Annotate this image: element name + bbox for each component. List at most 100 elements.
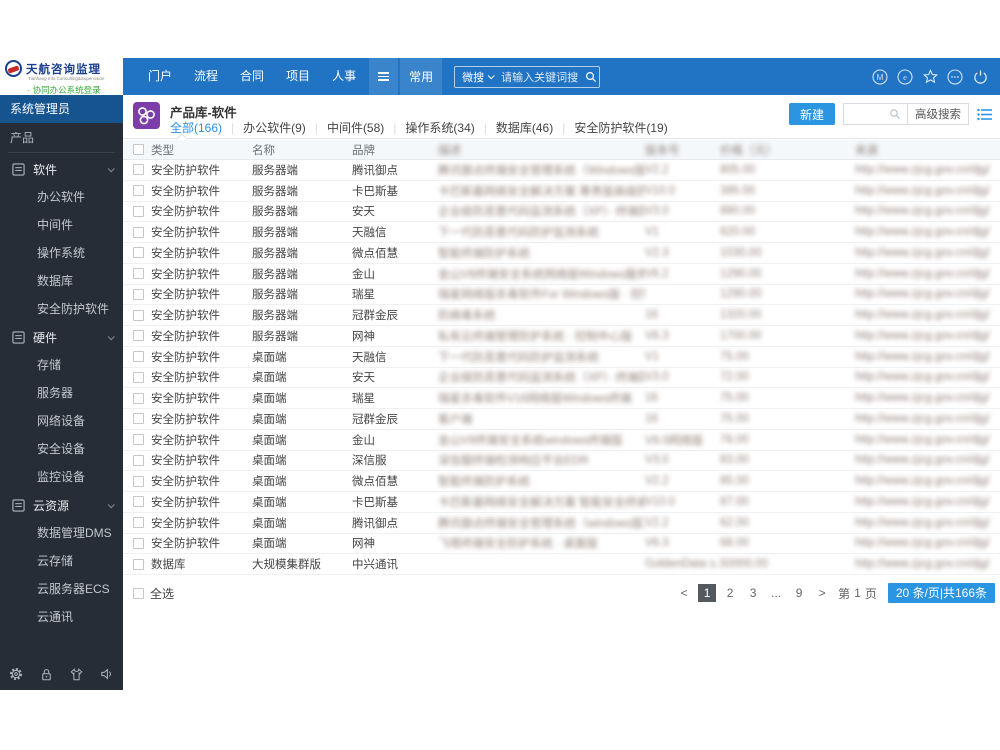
more-circle-icon[interactable] <box>947 68 963 85</box>
sidebar-group-硬件[interactable]: 硬件 <box>0 323 123 351</box>
nav-item-流程[interactable]: 流程 <box>183 58 229 95</box>
tab-中间件(58)[interactable]: 中间件(58) <box>327 119 384 136</box>
table-row[interactable]: 安全防护软件 桌面端 网神 飞塔终端安全防护系统 · 桌面版 V6.3 68.00 http… <box>123 534 1000 555</box>
table-row[interactable]: 安全防护软件 服务器端 金山 金山V8终端安全系统网络版Windows服务器版V6.2… <box>123 264 1000 285</box>
sidebar-item-安全防护软件[interactable]: 安全防护软件 <box>0 295 123 323</box>
page-button-1[interactable]: 1 <box>698 584 717 602</box>
nav-frequent-button[interactable]: 常用 <box>400 58 443 95</box>
lock-icon[interactable] <box>39 667 54 682</box>
row-checkbox[interactable] <box>133 537 144 549</box>
table-row[interactable]: 安全防护软件 桌面端 卡巴斯基 卡巴斯基网络安全解决方案 智能安全终端 KES - K… <box>123 492 1000 513</box>
prev-page-button[interactable]: < <box>675 584 693 602</box>
sidebar-item-云存储[interactable]: 云存储 <box>0 547 123 575</box>
sidebar-item-中间件[interactable]: 中间件 <box>0 211 123 239</box>
global-search[interactable]: 微搜 请输入关键词搜 <box>454 65 601 88</box>
advanced-search-button[interactable]: 高级搜索 <box>907 103 969 125</box>
table-row[interactable]: 安全防护软件 服务器端 瑞星 瑞星网络版杀毒软件For Windows版 · 控制中心… <box>123 285 1000 306</box>
page-size-info-button[interactable]: 20 条/页|共166条 <box>887 583 995 603</box>
table-row[interactable]: 安全防护软件 桌面端 腾讯御点 腾讯御点终端安全管理系统（windows版）· V2.… <box>123 513 1000 534</box>
table-row[interactable]: 安全防护软件 桌面端 冠群金辰 客户端 16 75.00 http://www.zjcg.g… <box>123 409 1000 430</box>
table-search-input[interactable] <box>843 103 889 125</box>
table-row[interactable]: 安全防护软件 桌面端 深信服 深信服终端检测响应平台EDR V3.0 83.00 http:… <box>123 451 1000 472</box>
table-row[interactable]: 安全防护软件 桌面端 微点佰慧 智能终端防护系统 V2.2 85.00 http://www… <box>123 471 1000 492</box>
sidebar-group-软件[interactable]: 软件 <box>0 155 123 183</box>
nav-item-合同[interactable]: 合同 <box>229 58 275 95</box>
table-row[interactable]: 安全防护软件 桌面端 瑞星 瑞星杀毒软件V16网络版Windows终端 16 75.00 h… <box>123 388 1000 409</box>
row-checkbox[interactable] <box>133 371 144 383</box>
header-checkbox[interactable] <box>133 144 144 155</box>
table-row[interactable]: 安全防护软件 服务器端 天融信 下一代防恶意代码防护监测系统 V1 620.00 http:… <box>123 222 1000 243</box>
nav-item-门户[interactable]: 门户 <box>137 58 183 95</box>
select-all[interactable]: 全选 <box>123 585 174 602</box>
page-button-...[interactable]: ... <box>767 584 785 602</box>
sidebar-item-服务器[interactable]: 服务器 <box>0 379 123 407</box>
speaker-icon[interactable] <box>99 666 115 682</box>
row-checkbox[interactable] <box>133 330 144 342</box>
row-checkbox[interactable] <box>133 558 144 570</box>
tab-安全防护软件(19)[interactable]: 安全防护软件(19) <box>574 119 667 136</box>
tab-操作系统(34)[interactable]: 操作系统(34) <box>405 119 474 136</box>
sidebar-item-操作系统[interactable]: 操作系统 <box>0 239 123 267</box>
row-checkbox[interactable] <box>133 413 144 425</box>
power-icon[interactable] <box>972 69 988 85</box>
nav-item-人事[interactable]: 人事 <box>321 58 367 95</box>
search-icon[interactable] <box>583 69 599 85</box>
tab-数据库(46)[interactable]: 数据库(46) <box>496 119 553 136</box>
sidebar-item-数据管理DMS[interactable]: 数据管理DMS <box>0 519 123 547</box>
star-icon[interactable] <box>922 69 938 85</box>
table-row[interactable]: 安全防护软件 服务器端 安天 企业级防恶意代码监测系统（XP）· 终端防护控制V3.0… <box>123 202 1000 223</box>
table-row[interactable]: 安全防护软件 服务器端 微点佰慧 智能终端防护系统 V2.3 1030.00 http://… <box>123 243 1000 264</box>
table-row[interactable]: 数据库 大规模集群版 中兴通讯 GoldenData s... 50000.00 http… <box>123 554 1000 575</box>
table-row[interactable]: 安全防护软件 服务器端 冠群金辰 防病毒系统 16 1320.00 http://www.z… <box>123 305 1000 326</box>
row-checkbox[interactable] <box>133 475 144 487</box>
sidebar-item-监控设备[interactable]: 监控设备 <box>0 463 123 491</box>
sidebar-item-存储[interactable]: 存储 <box>0 351 123 379</box>
row-checkbox[interactable] <box>133 351 144 363</box>
sidebar-item-云通讯[interactable]: 云通讯 <box>0 603 123 631</box>
row-checkbox[interactable] <box>133 288 144 300</box>
m-circle-icon[interactable]: M <box>872 68 888 85</box>
table-row[interactable]: 安全防护软件 服务器端 腾讯御点 腾讯御点终端安全管理系统（Windows版） V2.2… <box>123 160 1000 181</box>
sidebar-item-网络设备[interactable]: 网络设备 <box>0 407 123 435</box>
table-search-icon[interactable] <box>889 103 907 125</box>
sidebar-role-badge[interactable]: 系统管理员 <box>0 95 123 123</box>
row-checkbox[interactable] <box>133 185 144 197</box>
tab-全部(166)[interactable]: 全部(166) <box>170 119 222 136</box>
row-checkbox[interactable] <box>133 205 144 217</box>
row-checkbox[interactable] <box>133 268 144 280</box>
page-button-2[interactable]: 2 <box>721 584 739 602</box>
new-button[interactable]: 新建 <box>788 103 835 125</box>
table-row[interactable]: 安全防护软件 桌面端 天融信 下一代防恶意代码防护监测系统 V1 75.00 http://… <box>123 347 1000 368</box>
tab-办公软件(9)[interactable]: 办公软件(9) <box>243 119 306 136</box>
list-view-icon[interactable] <box>977 108 992 121</box>
gear-icon[interactable] <box>8 666 24 682</box>
theme-shirt-icon[interactable] <box>69 667 84 682</box>
search-scope-dropdown[interactable]: 微搜 <box>455 69 497 85</box>
page-button-9[interactable]: 9 <box>790 584 808 602</box>
sidebar-group-云资源[interactable]: 云资源 <box>0 491 123 519</box>
next-page-button[interactable]: > <box>813 584 831 602</box>
sidebar-item-数据库[interactable]: 数据库 <box>0 267 123 295</box>
select-all-checkbox[interactable] <box>133 587 144 599</box>
sidebar-item-安全设备[interactable]: 安全设备 <box>0 435 123 463</box>
sidebar-item-办公软件[interactable]: 办公软件 <box>0 183 123 211</box>
current-page-value[interactable]: 1 <box>854 586 861 600</box>
table-row[interactable]: 安全防护软件 桌面端 安天 企业级防恶意代码监测系统（XP）· 终端防护控制V3.0 7… <box>123 368 1000 389</box>
sidebar-item-云服务器ECS[interactable]: 云服务器ECS <box>0 575 123 603</box>
sidebar-section-product[interactable]: 产品 <box>0 123 123 150</box>
row-checkbox[interactable] <box>133 392 144 404</box>
row-checkbox[interactable] <box>133 434 144 446</box>
row-checkbox[interactable] <box>133 164 144 176</box>
row-checkbox[interactable] <box>133 247 144 259</box>
nav-menu-button[interactable] <box>369 58 399 95</box>
row-checkbox[interactable] <box>133 517 144 529</box>
table-row[interactable]: 安全防护软件 服务器端 卡巴斯基 卡巴斯基网络安全解决方案 尊贵版高级防护 KES 授… <box>123 181 1000 202</box>
table-row[interactable]: 安全防护软件 桌面端 金山 金山V9终端安全系统windows终端版 V9.0网络版 76… <box>123 430 1000 451</box>
nav-item-项目[interactable]: 项目 <box>275 58 321 95</box>
row-checkbox[interactable] <box>133 496 144 508</box>
row-checkbox[interactable] <box>133 454 144 466</box>
page-button-3[interactable]: 3 <box>744 584 762 602</box>
table-row[interactable]: 安全防护软件 服务器端 网神 私有云终端管理防护系统 · 控制中心版 V6.3 1700.… <box>123 326 1000 347</box>
row-checkbox[interactable] <box>133 226 144 238</box>
message-circle-icon[interactable]: e <box>897 68 913 85</box>
